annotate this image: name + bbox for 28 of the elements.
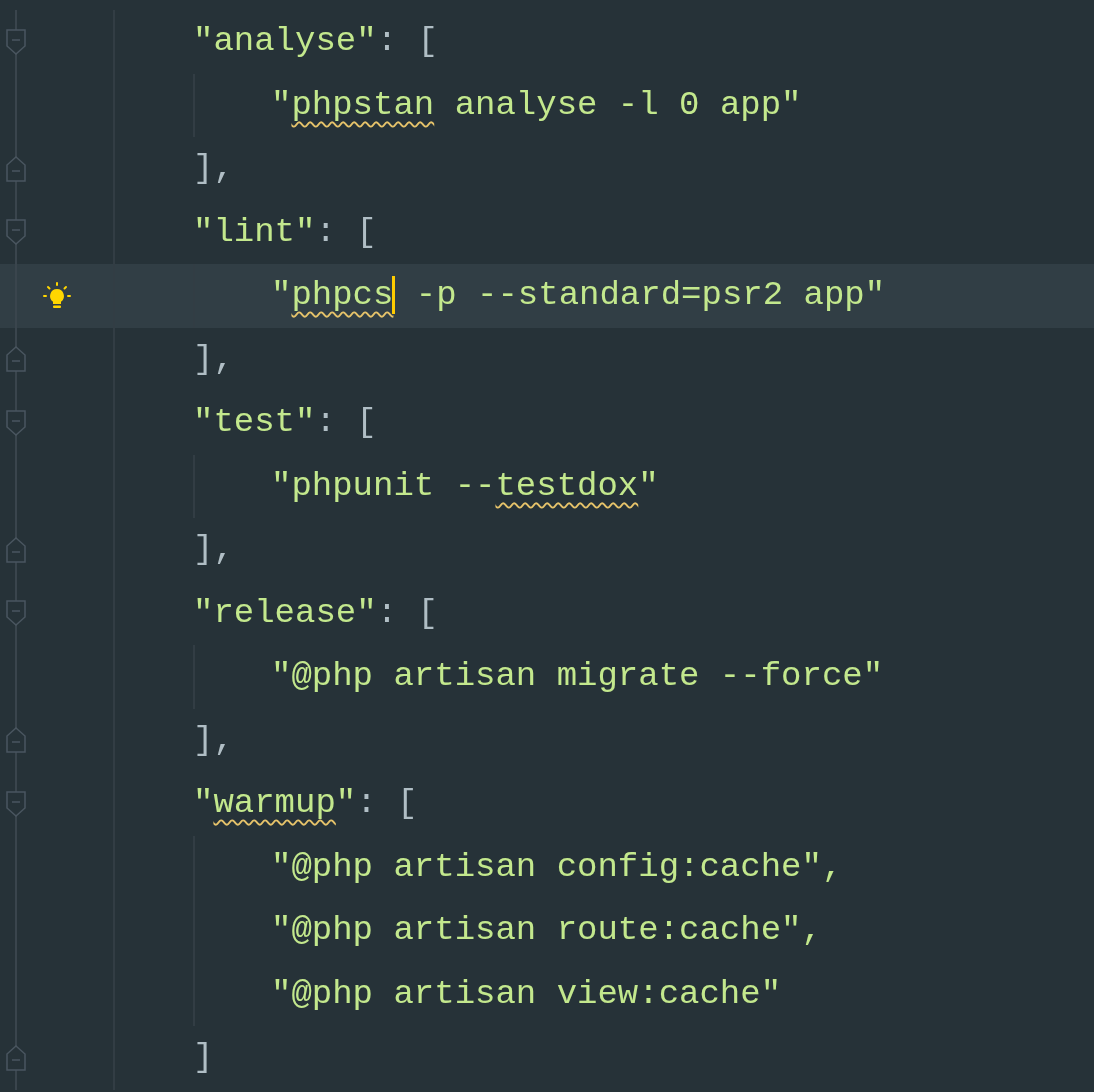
code-line: "@php artisan route:cache", xyxy=(271,910,822,952)
code-line: "phpunit --testdox" xyxy=(271,465,659,507)
code-line: "warmup": [ xyxy=(193,783,418,825)
fold-end-icon[interactable] xyxy=(6,346,26,373)
code-line: "lint": [ xyxy=(193,211,377,253)
code-line: "release": [ xyxy=(193,592,438,634)
fold-collapse-icon[interactable] xyxy=(6,28,26,55)
fold-end-icon[interactable] xyxy=(6,1044,26,1071)
fold-end-icon[interactable] xyxy=(6,727,26,754)
code-line: ], xyxy=(193,529,234,571)
code-line: "test": [ xyxy=(193,402,377,444)
code-line: ], xyxy=(193,148,234,190)
code-line: "@php artisan migrate --force" xyxy=(271,656,884,698)
fold-collapse-icon[interactable] xyxy=(6,409,26,436)
fold-end-icon[interactable] xyxy=(6,536,26,563)
code-line: "phpstan analyse -l 0 app" xyxy=(271,84,802,126)
code-line: "@php artisan config:cache", xyxy=(271,846,843,888)
code-line: ], xyxy=(193,338,234,380)
code-line: "analyse": [ xyxy=(193,21,438,63)
fold-end-icon[interactable] xyxy=(6,155,26,182)
code-line: "phpcs -p --standard=psr2 app" xyxy=(271,275,886,317)
code-line: ], xyxy=(193,719,234,761)
lightbulb-icon[interactable] xyxy=(42,280,72,311)
code-line: ] xyxy=(193,1037,214,1079)
fold-collapse-icon[interactable] xyxy=(6,219,26,246)
fold-collapse-icon[interactable] xyxy=(6,790,26,817)
code-line: "@php artisan view:cache" xyxy=(271,973,782,1015)
fold-collapse-icon[interactable] xyxy=(6,600,26,627)
